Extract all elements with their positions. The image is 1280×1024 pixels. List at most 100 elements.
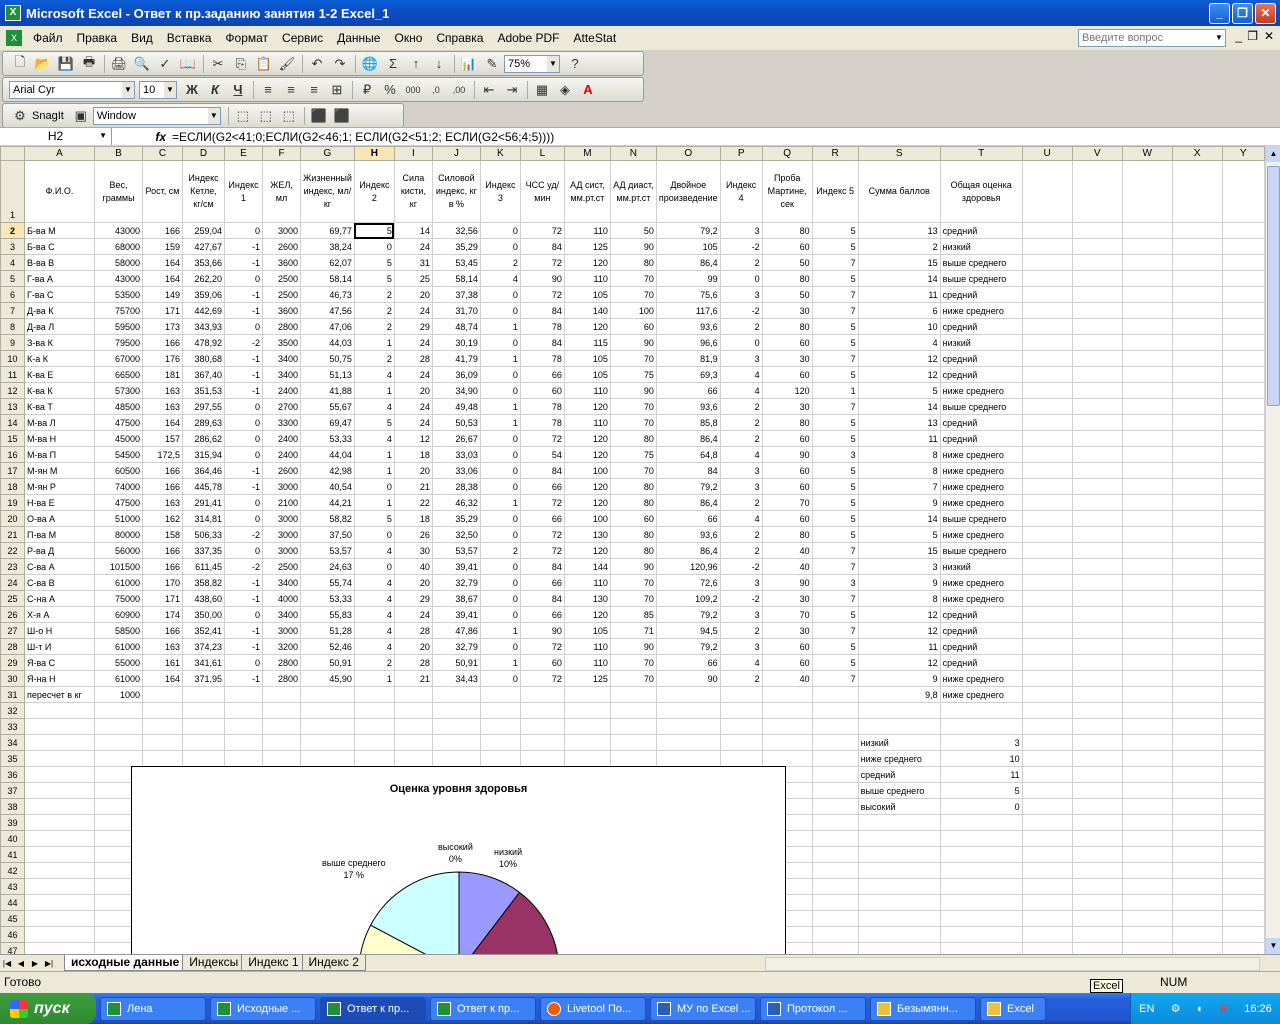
cell[interactable] — [142, 702, 183, 719]
cell[interactable]: 54500 — [94, 446, 143, 463]
cell[interactable]: 5 — [353, 270, 395, 287]
cell[interactable] — [1171, 430, 1223, 447]
cell[interactable]: 80 — [609, 254, 657, 271]
cell[interactable]: 2700 — [262, 398, 301, 415]
cell[interactable]: -1 — [224, 302, 263, 319]
row-header[interactable]: 47 — [0, 942, 25, 954]
cell[interactable]: -1 — [224, 382, 263, 399]
cell[interactable]: 60 — [761, 510, 813, 527]
cell[interactable] — [1071, 526, 1123, 543]
cell[interactable] — [939, 910, 1023, 927]
cell[interactable] — [1171, 558, 1223, 575]
cell[interactable]: выше среднего — [939, 510, 1023, 527]
cell[interactable]: 53,57 — [300, 542, 355, 559]
cell[interactable] — [353, 718, 395, 735]
column-title[interactable]: АД диаст, мм.рт.ст — [609, 160, 657, 223]
cell[interactable]: 70 — [609, 398, 657, 415]
cell[interactable]: 110 — [563, 382, 611, 399]
cell[interactable]: 50,91 — [431, 654, 481, 671]
cell[interactable] — [939, 894, 1023, 911]
cell[interactable]: 12 — [857, 654, 941, 671]
cell[interactable] — [1171, 862, 1223, 879]
cell[interactable] — [1071, 160, 1123, 223]
underline-icon[interactable]: Ч — [227, 80, 249, 100]
cell[interactable]: 24 — [393, 414, 433, 431]
cell[interactable]: 1 — [479, 350, 521, 367]
column-header[interactable]: S — [857, 146, 941, 161]
cell[interactable] — [1121, 558, 1173, 575]
cell[interactable]: 66 — [519, 574, 565, 591]
cell[interactable] — [1171, 830, 1223, 847]
cell[interactable] — [655, 750, 721, 767]
cell[interactable]: 120 — [563, 430, 611, 447]
cell[interactable] — [1221, 606, 1265, 623]
cell[interactable] — [1171, 574, 1223, 591]
cell[interactable]: 60 — [761, 638, 813, 655]
cell[interactable]: 79,2 — [655, 478, 721, 495]
cell[interactable] — [1071, 606, 1123, 623]
increase-indent-icon[interactable]: ⇥ — [501, 80, 523, 100]
cell[interactable]: выше среднего — [857, 782, 941, 799]
cell[interactable]: 4 — [719, 366, 763, 383]
cell[interactable]: 85 — [609, 606, 657, 623]
task-item[interactable]: Ответ к пр... — [320, 996, 426, 1021]
column-header[interactable]: W — [1121, 146, 1173, 161]
cell[interactable] — [1021, 766, 1073, 783]
cell[interactable] — [1021, 430, 1073, 447]
cell[interactable] — [1171, 766, 1223, 783]
cell[interactable] — [1021, 318, 1073, 335]
cell[interactable]: -1 — [224, 670, 263, 687]
cell[interactable]: средний — [939, 654, 1023, 671]
cell[interactable]: 1 — [353, 462, 395, 479]
cell[interactable] — [353, 702, 395, 719]
cell[interactable]: 70 — [609, 270, 657, 287]
cell[interactable] — [479, 702, 521, 719]
cell[interactable]: 58500 — [94, 622, 143, 639]
cell[interactable] — [1071, 654, 1123, 671]
cell[interactable] — [1021, 638, 1073, 655]
cell[interactable] — [939, 942, 1023, 954]
column-title[interactable]: Ф.И.О. — [24, 160, 95, 223]
cell[interactable]: 0 — [479, 670, 521, 687]
cell[interactable] — [1171, 446, 1223, 463]
menu-file[interactable]: Файл — [26, 31, 70, 45]
cell[interactable]: 120 — [563, 318, 611, 335]
print-preview-icon[interactable]: 🔍 — [131, 54, 153, 74]
cell[interactable] — [857, 830, 941, 847]
cell[interactable] — [1021, 702, 1073, 719]
antivirus-tray-icon[interactable]: K — [1220, 1003, 1228, 1015]
cell[interactable]: Ш-о Н — [24, 622, 95, 639]
cell[interactable]: 120 — [563, 494, 611, 511]
cell[interactable]: 8 — [857, 446, 941, 463]
row-header[interactable]: 13 — [0, 398, 25, 415]
cell[interactable] — [1021, 558, 1073, 575]
cell[interactable]: 1 — [479, 318, 521, 335]
cell[interactable]: 42,98 — [300, 462, 355, 479]
cell[interactable]: 0 — [479, 462, 521, 479]
cell[interactable]: 2800 — [262, 670, 301, 687]
cell[interactable] — [393, 750, 433, 767]
cell[interactable] — [1221, 590, 1265, 607]
cell[interactable] — [609, 686, 657, 703]
cell[interactable]: 28 — [393, 622, 433, 639]
cell[interactable]: 90 — [609, 382, 657, 399]
column-header[interactable]: I — [393, 146, 433, 161]
cell[interactable]: средний — [857, 766, 941, 783]
cell[interactable] — [1021, 606, 1073, 623]
cell[interactable]: 9 — [857, 670, 941, 687]
cell[interactable] — [563, 686, 611, 703]
cell[interactable]: 11 — [857, 638, 941, 655]
cell[interactable]: 2 — [719, 318, 763, 335]
cell[interactable]: 359,06 — [182, 286, 225, 303]
cell[interactable]: 72 — [519, 526, 565, 543]
cell[interactable] — [1171, 350, 1223, 367]
cell[interactable] — [811, 830, 859, 847]
cell[interactable]: 80 — [609, 526, 657, 543]
cell[interactable] — [811, 814, 859, 831]
cell[interactable]: 4 — [353, 430, 395, 447]
cell[interactable]: 110 — [563, 574, 611, 591]
cell[interactable]: Г-ва А — [24, 270, 95, 287]
task-item[interactable]: МУ по Excel ... — [650, 996, 756, 1021]
cell[interactable]: 120 — [761, 382, 813, 399]
cell[interactable]: ниже среднего — [939, 494, 1023, 511]
